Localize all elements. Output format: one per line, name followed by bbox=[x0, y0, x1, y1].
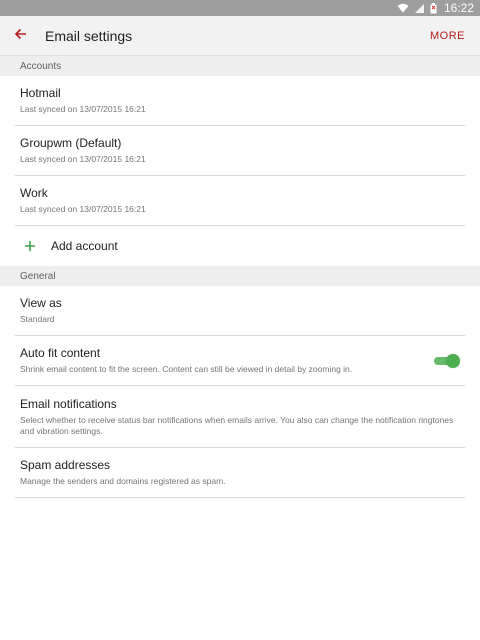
toggle-thumb bbox=[446, 354, 460, 368]
setting-description: Shrink email content to fit the screen. … bbox=[20, 364, 353, 374]
add-account-button[interactable]: Add account bbox=[15, 226, 465, 266]
view-as-setting[interactable]: View as Standard bbox=[15, 286, 465, 336]
account-name: Hotmail bbox=[20, 86, 61, 100]
general-section-header: General bbox=[0, 266, 480, 286]
setting-title: Email notifications bbox=[20, 396, 117, 411]
setting-title: Auto fit content bbox=[20, 346, 101, 360]
email-notifications-setting[interactable]: Email notifications Select whether to re… bbox=[15, 386, 465, 448]
setting-title: Spam addresses bbox=[20, 458, 111, 472]
account-item-hotmail[interactable]: Hotmail Last synced on 13/07/2015 16:21 bbox=[15, 76, 465, 126]
signal-icon bbox=[414, 3, 425, 13]
account-name: Groupwm (Default) bbox=[20, 136, 122, 150]
setting-description: Select whether to receive status bar not… bbox=[20, 414, 454, 436]
add-account-label: Add account bbox=[51, 239, 118, 253]
back-arrow-icon bbox=[14, 27, 27, 45]
spam-addresses-setting[interactable]: Spam addresses Manage the senders and do… bbox=[15, 448, 465, 498]
account-name: Work bbox=[20, 186, 48, 200]
setting-value: Standard bbox=[20, 314, 55, 324]
account-sync-status: Last synced on 13/07/2015 16:21 bbox=[20, 154, 146, 164]
status-time: 16:22 bbox=[443, 1, 474, 15]
status-bar: 16:22 bbox=[0, 0, 480, 16]
auto-fit-setting[interactable]: Auto fit content Shrink email content to… bbox=[15, 336, 465, 386]
wifi-icon bbox=[397, 3, 409, 13]
app-bar: Email settings MORE bbox=[0, 16, 480, 56]
battery-icon bbox=[430, 2, 437, 14]
accounts-section-header: Accounts bbox=[0, 56, 480, 76]
plus-icon bbox=[23, 239, 37, 253]
account-item-work[interactable]: Work Last synced on 13/07/2015 16:21 bbox=[15, 176, 465, 226]
back-button[interactable] bbox=[0, 16, 42, 56]
settings-list: Accounts Hotmail Last synced on 13/07/20… bbox=[0, 56, 480, 498]
more-button[interactable]: MORE bbox=[430, 16, 465, 56]
auto-fit-toggle[interactable] bbox=[434, 354, 460, 368]
page-title: Email settings bbox=[45, 27, 133, 44]
setting-description: Manage the senders and domains registere… bbox=[20, 476, 226, 486]
account-item-groupwm[interactable]: Groupwm (Default) Last synced on 13/07/2… bbox=[15, 126, 465, 176]
setting-title: View as bbox=[20, 296, 62, 310]
account-sync-status: Last synced on 13/07/2015 16:21 bbox=[20, 104, 146, 114]
account-sync-status: Last synced on 13/07/2015 16:21 bbox=[20, 204, 146, 214]
